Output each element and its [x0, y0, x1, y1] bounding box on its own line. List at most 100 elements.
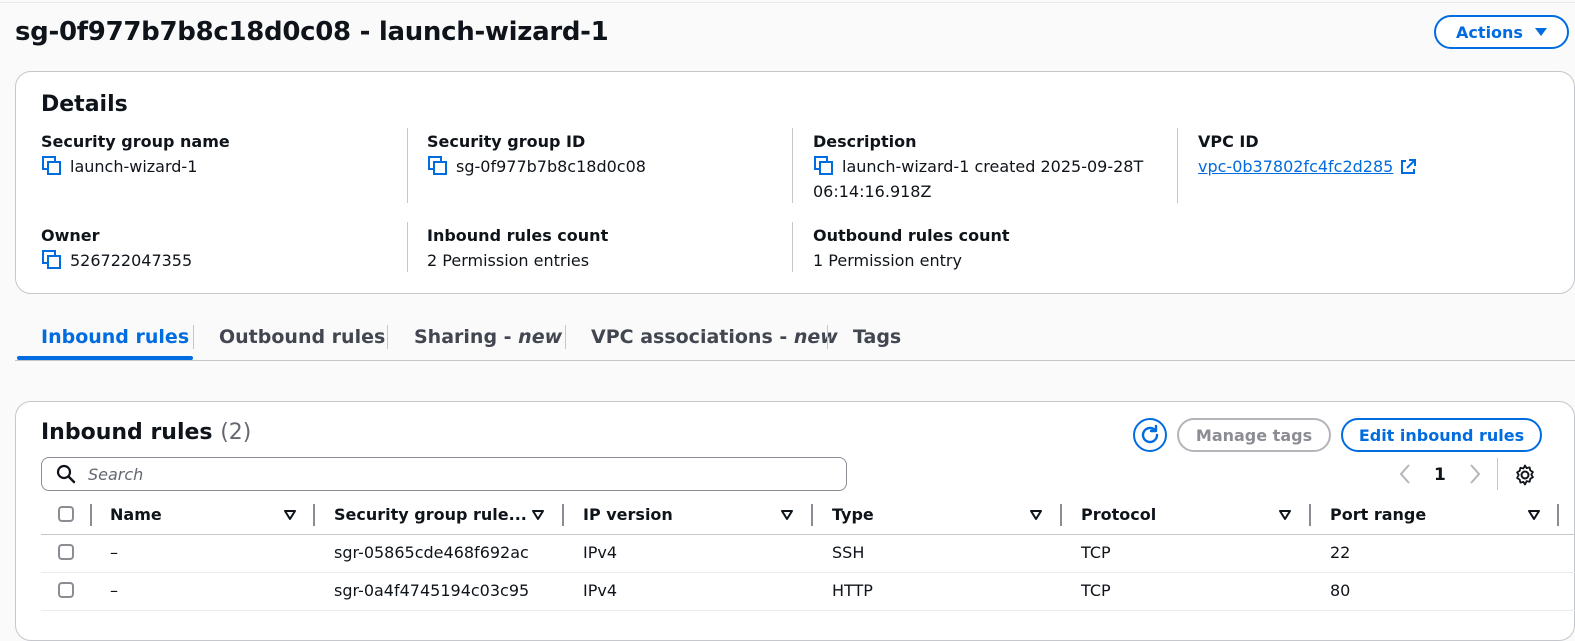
actions-button[interactable]: Actions	[1434, 15, 1569, 49]
manage-tags-button[interactable]: Manage tags	[1177, 418, 1331, 452]
tab-separator	[565, 325, 566, 349]
security-group-name-label: Security group name	[41, 132, 230, 151]
security-group-id-value: sg-0f977b7b8c18d0c08	[456, 157, 646, 176]
details-title: Details	[41, 92, 128, 117]
column-separator[interactable]	[1060, 504, 1062, 526]
security-group-name-value: launch-wizard-1	[70, 157, 198, 176]
tab-new-badge: new	[793, 326, 838, 348]
column-header-ip-version[interactable]: IP version	[583, 498, 673, 532]
tab-vpc-associations[interactable]: VPC associations - new	[591, 317, 838, 357]
vpc-id-value: vpc-0b37802fc4fc2d285	[1198, 157, 1394, 176]
column-separator[interactable]	[1557, 504, 1559, 526]
cell-type: SSH	[832, 543, 865, 562]
column-separator[interactable]	[1309, 504, 1311, 526]
cell-port-range: 80	[1330, 581, 1351, 600]
tab-label: Inbound rules	[41, 326, 190, 348]
tab-outbound-rules[interactable]: Outbound rules	[219, 317, 385, 357]
page-title: sg-0f977b7b8c18d0c08 - launch-wizard-1	[15, 17, 609, 47]
cell-name: –	[110, 581, 118, 600]
external-link-icon	[1401, 158, 1417, 174]
column-separator[interactable]	[313, 504, 315, 526]
tab-separator	[387, 325, 388, 349]
edit-inbound-rules-label: Edit inbound rules	[1358, 425, 1525, 445]
page-number[interactable]: 1	[1434, 462, 1446, 488]
gear-icon[interactable]	[1513, 463, 1537, 487]
owner-field: Owner 526722047355	[41, 226, 192, 273]
security-group-name-field: Security group name launch-wizard-1	[41, 132, 230, 179]
copy-icon[interactable]	[813, 155, 835, 177]
tab-sharing[interactable]: Sharing - new	[414, 317, 562, 357]
column-divider	[407, 128, 408, 203]
sort-icon[interactable]	[531, 509, 545, 521]
tab-label: VPC associations -	[591, 326, 794, 348]
row-checkbox[interactable]	[58, 582, 74, 598]
inbound-rules-title: Inbound rules (2)	[41, 420, 251, 445]
tab-separator	[827, 325, 828, 349]
cell-type: HTTP	[832, 581, 873, 600]
description-value: launch-wizard-1 created 2025-09-28T 06:1…	[813, 157, 1144, 201]
column-header-protocol[interactable]: Protocol	[1081, 498, 1156, 532]
pager-separator	[1497, 458, 1498, 490]
inbound-rules-heading: Inbound rules	[41, 420, 213, 445]
select-all-checkbox[interactable]	[58, 506, 74, 522]
caret-down-icon	[1534, 28, 1547, 36]
copy-icon[interactable]	[41, 249, 63, 271]
sort-icon[interactable]	[1527, 509, 1541, 521]
search-input[interactable]	[86, 463, 846, 485]
vpc-id-label: VPC ID	[1198, 132, 1259, 151]
copy-icon[interactable]	[41, 155, 63, 177]
column-separator[interactable]	[811, 504, 813, 526]
security-group-id-field: Security group ID sg-0f977b7b8c18d0c08	[427, 132, 646, 179]
column-divider	[1177, 128, 1178, 203]
tab-separator	[193, 325, 194, 349]
search-icon	[56, 464, 76, 484]
column-separator[interactable]	[562, 504, 564, 526]
row-checkbox[interactable]	[58, 544, 74, 560]
vpc-id-link[interactable]: vpc-0b37802fc4fc2d285	[1198, 154, 1417, 179]
inbound-count-label: Inbound rules count	[427, 226, 609, 245]
inbound-count-field: Inbound rules count 2 Permission entries	[427, 226, 608, 273]
top-border	[0, 2, 1575, 3]
sort-icon[interactable]	[1029, 509, 1043, 521]
column-header-type[interactable]: Type	[832, 498, 874, 532]
cell-rule-id: sgr-05865cde468f692ac	[334, 543, 529, 562]
table-row[interactable]: – sgr-05865cde468f692ac IPv4 SSH TCP 22	[41, 534, 1575, 573]
tab-tags[interactable]: Tags	[853, 317, 901, 357]
outbound-count-label: Outbound rules count	[813, 226, 1010, 245]
cell-ip-version: IPv4	[583, 581, 618, 600]
refresh-button[interactable]	[1133, 418, 1167, 452]
sort-icon[interactable]	[1278, 509, 1292, 521]
tab-new-badge: new	[518, 326, 563, 348]
cell-protocol: TCP	[1081, 543, 1111, 562]
description-field: Description launch-wizard-1 created 2025…	[813, 132, 1163, 204]
column-header-port-range[interactable]: Port range	[1330, 498, 1426, 532]
owner-value: 526722047355	[70, 251, 193, 270]
refresh-icon	[1141, 424, 1159, 444]
details-panel: Details Security group name launch-wizar…	[15, 71, 1575, 294]
security-group-id-label: Security group ID	[427, 132, 586, 151]
outbound-count-value: 1 Permission entry	[813, 251, 962, 270]
chevron-left-icon[interactable]	[1398, 462, 1412, 486]
search-box	[41, 457, 847, 491]
column-header-name[interactable]: Name	[110, 498, 162, 532]
description-label: Description	[813, 132, 917, 151]
copy-icon[interactable]	[427, 155, 449, 177]
actions-label: Actions	[1456, 22, 1523, 42]
column-header-rule-id[interactable]: Security group rule...	[334, 498, 527, 532]
vpc-id-field: VPC ID vpc-0b37802fc4fc2d285	[1198, 132, 1417, 179]
inbound-count-value: 2 Permission entries	[427, 251, 590, 270]
sort-icon[interactable]	[780, 509, 794, 521]
edit-inbound-rules-button[interactable]: Edit inbound rules	[1341, 418, 1542, 452]
sort-icon[interactable]	[283, 509, 297, 521]
cell-port-range: 22	[1330, 543, 1351, 562]
cell-protocol: TCP	[1081, 581, 1111, 600]
column-divider	[792, 222, 793, 272]
tab-inbound-rules[interactable]: Inbound rules	[41, 317, 189, 357]
cell-rule-id: sgr-0a4f4745194c03c95	[334, 581, 530, 600]
inbound-rules-count: (2)	[220, 420, 252, 445]
cell-ip-version: IPv4	[583, 543, 618, 562]
tabs-bottom-border	[15, 360, 1575, 361]
column-divider	[792, 128, 793, 203]
chevron-right-icon[interactable]	[1468, 462, 1482, 486]
table-row[interactable]: – sgr-0a4f4745194c03c95 IPv4 HTTP TCP 80	[41, 572, 1575, 611]
